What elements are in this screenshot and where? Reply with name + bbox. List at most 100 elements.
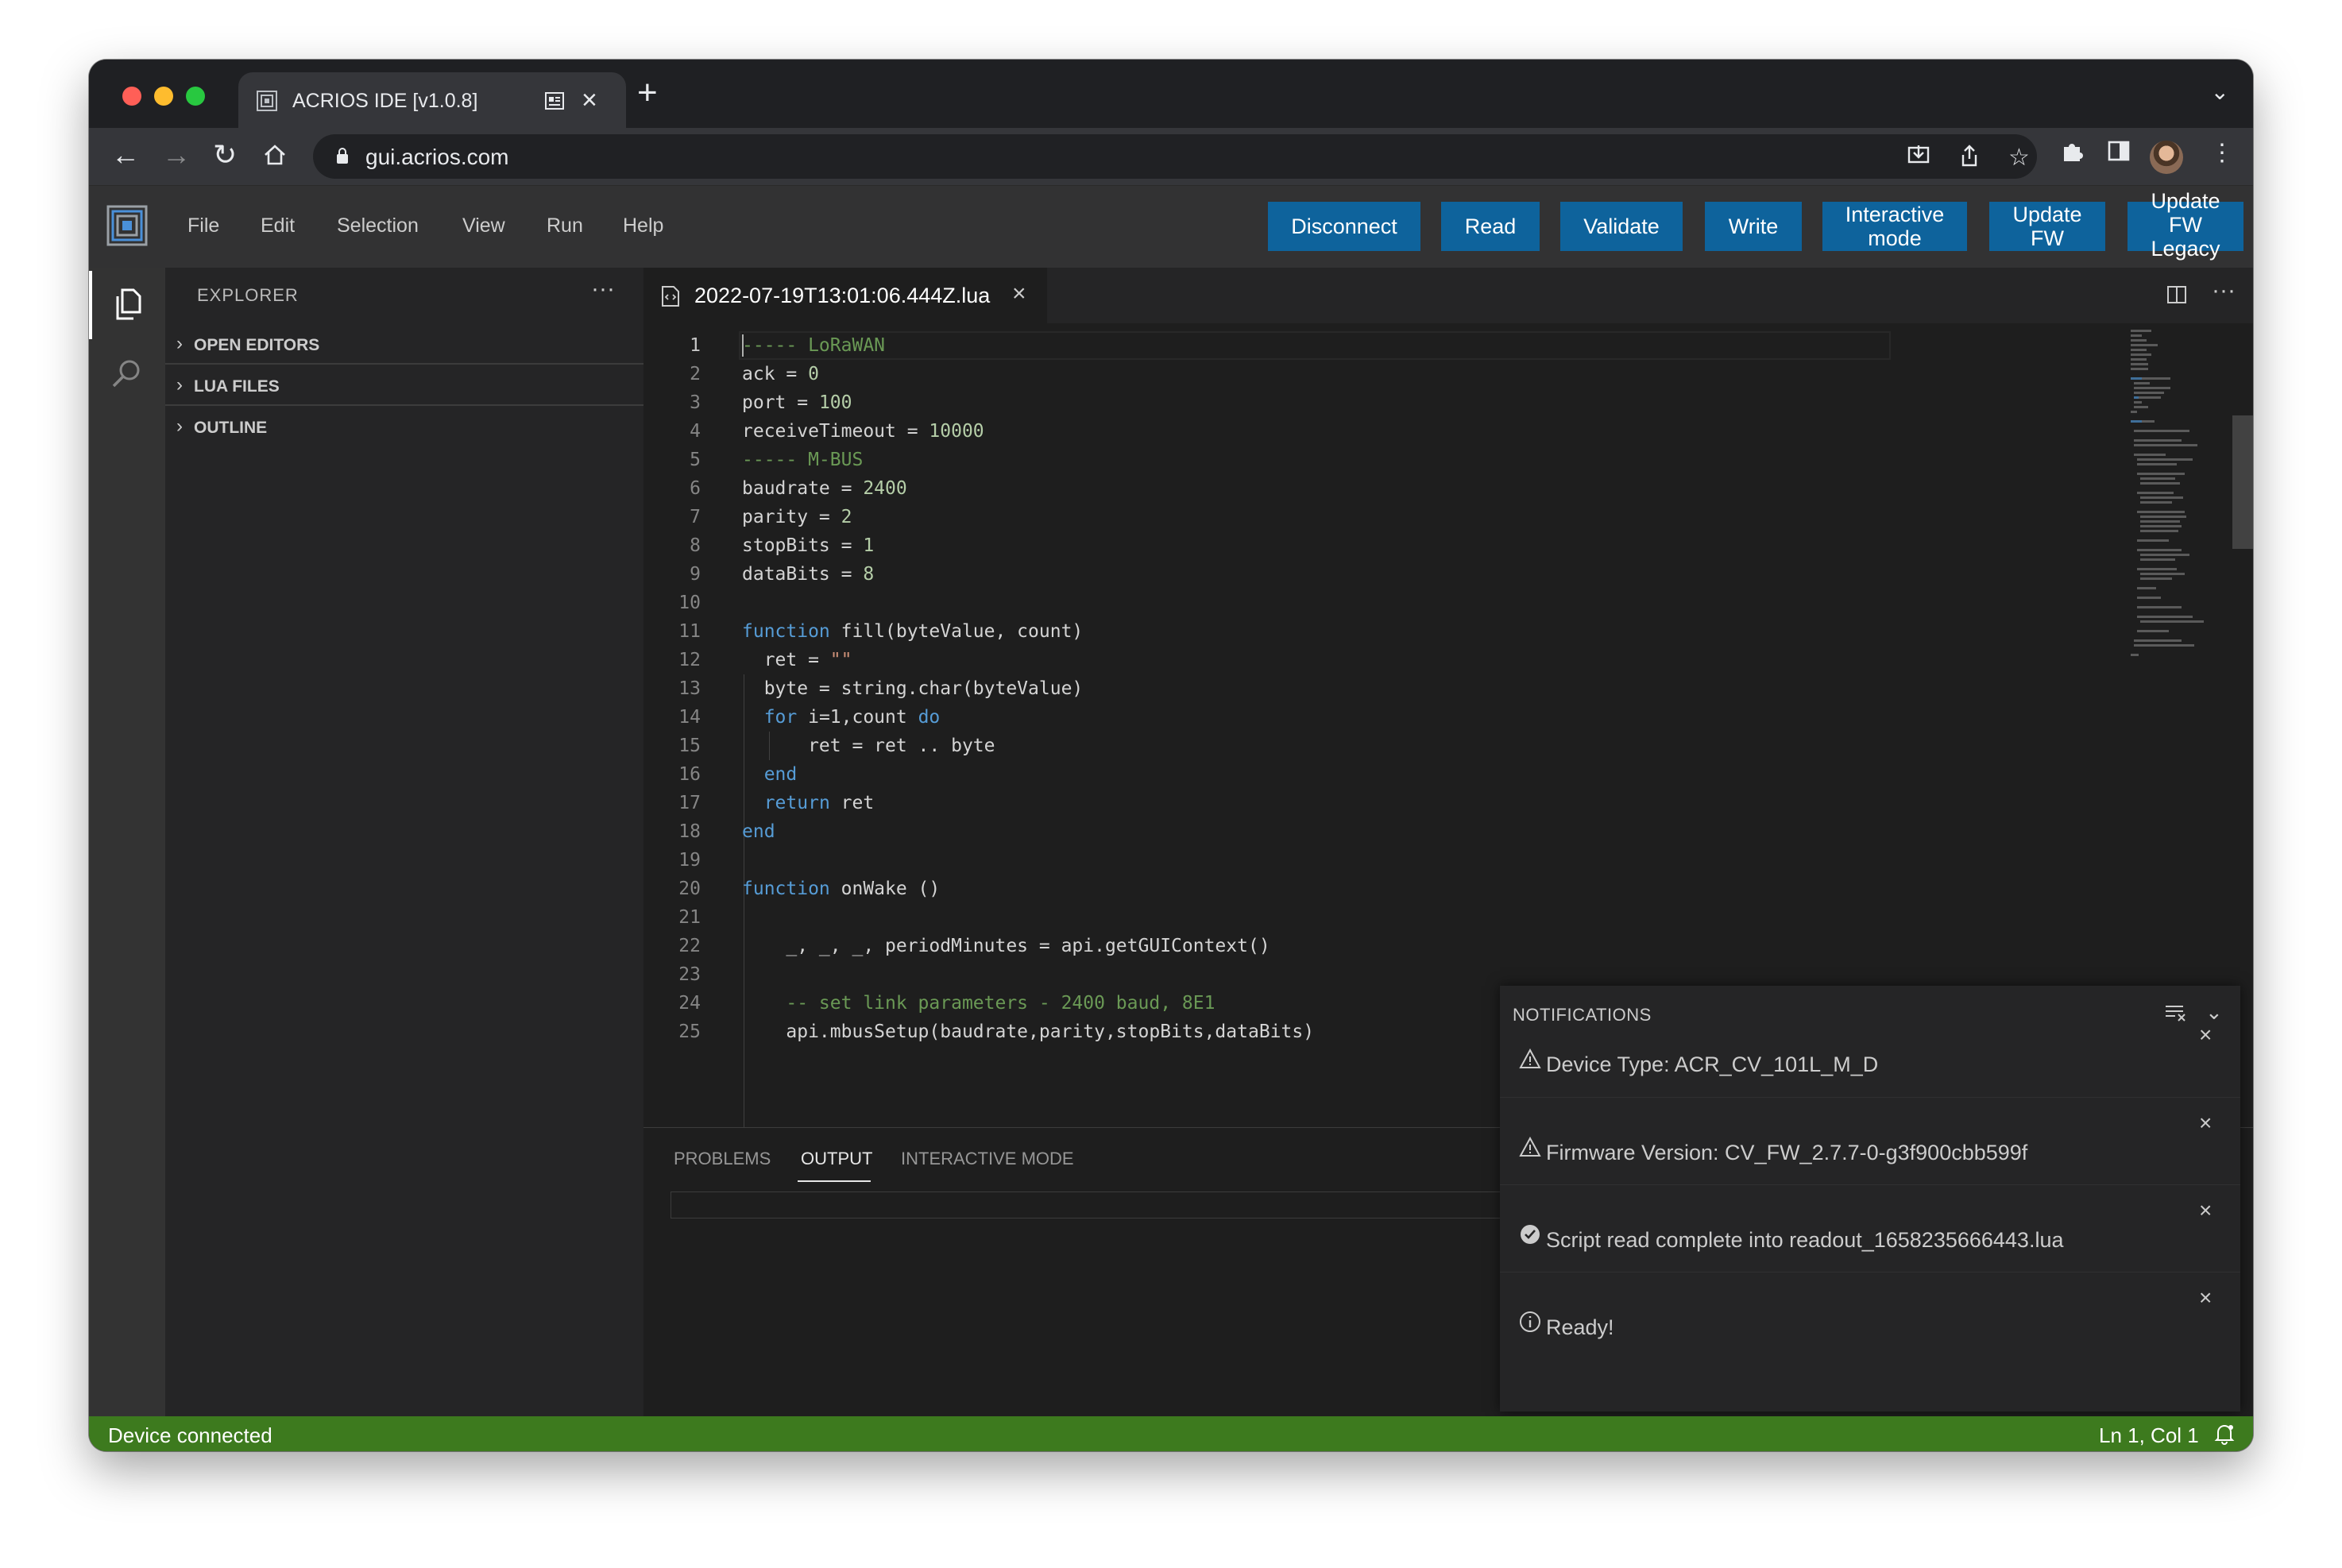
code-line: 7 parity = 2 (643, 503, 2153, 531)
editor-scrollbar-thumb[interactable] (2232, 415, 2253, 549)
editor-tab-filename: 2022-07-19T13:01:06.444Z.lua (694, 284, 991, 307)
line-number: 11 (678, 621, 701, 642)
split-editor-icon[interactable] (2166, 284, 2188, 306)
menu-file[interactable]: File (187, 214, 219, 238)
new-tab-icon[interactable]: + (637, 75, 658, 110)
code-line: 11 function fill(byteValue, count) (643, 617, 2153, 646)
line-number: 16 (678, 764, 701, 785)
line-number: 14 (678, 707, 701, 728)
line-number: 21 (678, 907, 701, 928)
notification-message: Ready! (1546, 1315, 1614, 1339)
close-notification-icon[interactable]: × (2199, 1198, 2212, 1223)
line-number: 25 (678, 1022, 701, 1042)
line-number: 8 (690, 535, 701, 556)
line-number: 12 (678, 650, 701, 670)
section-open-editors[interactable]: › OPEN EDITORS (165, 323, 643, 365)
activity-bar (89, 268, 165, 1416)
share-icon[interactable] (1957, 144, 1981, 168)
menu-selection[interactable]: Selection (337, 214, 419, 238)
notification-item: Script read complete into readout_165823… (1500, 1184, 2240, 1272)
chevron-right-icon: › (176, 415, 183, 437)
editor-tab[interactable]: 2022-07-19T13:01:06.444Z.lua × (643, 268, 1047, 323)
maximize-window-button[interactable] (186, 87, 205, 106)
browser-toolbar: ← → ↻ gui.acrios.com ☆ ⋮ (89, 128, 2253, 185)
menu-help[interactable]: Help (623, 214, 663, 238)
close-window-button[interactable] (122, 87, 141, 106)
info-icon (1520, 1311, 1540, 1332)
home-icon[interactable] (262, 142, 288, 168)
side-panel-icon[interactable] (2107, 139, 2131, 163)
browser-window: ACRIOS IDE [v1.0.8] × + ⌄ ← → ↻ gui.acri (89, 60, 2253, 1451)
menu-edit[interactable]: Edit (261, 214, 295, 238)
check-circle-icon (1521, 1225, 1540, 1244)
interactive-mode-button[interactable]: Interactive mode (1822, 202, 1967, 251)
connection-status[interactable]: Device connected (108, 1423, 272, 1448)
interactive-mode-label-2: mode (1868, 226, 1922, 250)
lock-icon[interactable] (335, 147, 350, 164)
write-button[interactable]: Write (1705, 202, 1802, 251)
close-notification-icon[interactable]: × (2199, 1110, 2212, 1136)
explorer-sidebar: EXPLORER ··· › OPEN EDITORS › LUA FILES … (165, 268, 643, 1416)
line-number: 19 (678, 850, 701, 871)
interactive-mode-label-1: Interactive (1845, 203, 1945, 226)
close-editor-icon[interactable]: × (1012, 280, 1026, 307)
section-lua-files[interactable]: › LUA FILES (165, 365, 643, 406)
update-fw-legacy-button[interactable]: Update FW Legacy (2128, 189, 2243, 261)
install-app-icon[interactable] (1907, 144, 1930, 168)
close-tab-icon[interactable]: × (582, 85, 597, 116)
update-fw-legacy-label-3: Legacy (2151, 237, 2220, 261)
code-line: 10 (643, 589, 2153, 617)
notification-message: Device Type: ACR_CV_101L_M_D (1546, 1052, 1879, 1076)
panel-tab-interactive-mode[interactable]: INTERACTIVE MODE (901, 1149, 1074, 1169)
disconnect-button[interactable]: Disconnect (1268, 202, 1420, 251)
code-line: 5 ----- M-BUS (643, 446, 2153, 474)
active-panel-tab-underline (798, 1180, 871, 1182)
code-line: 22 _, _, _, periodMinutes = api.getGUICo… (643, 932, 2153, 960)
chevron-right-icon: › (176, 333, 183, 354)
validate-button[interactable]: Validate (1560, 202, 1683, 251)
code-line: 23 (643, 960, 2153, 989)
line-number: 1 (690, 335, 701, 356)
line-number: 2 (690, 364, 701, 384)
minimap[interactable] (2129, 328, 2209, 678)
search-icon[interactable] (108, 355, 146, 393)
notification-bell-icon[interactable] (2213, 1423, 2236, 1445)
forward-arrow-icon[interactable]: → (162, 139, 191, 171)
menu-view[interactable]: View (462, 214, 505, 238)
close-notification-icon[interactable]: × (2199, 1022, 2212, 1048)
line-number: 7 (690, 507, 701, 527)
update-fw-button[interactable]: Update FW (1989, 202, 2105, 251)
tab-media-icon[interactable] (543, 90, 566, 112)
profile-avatar[interactable] (2150, 141, 2183, 174)
explorer-title: EXPLORER (197, 285, 299, 305)
url-text[interactable]: gui.acrios.com (365, 145, 509, 170)
app-menubar: File Edit Selection View Run Help Discon… (89, 185, 2253, 268)
section-outline[interactable]: › OUTLINE (165, 406, 643, 447)
minimize-window-button[interactable] (154, 87, 173, 106)
line-number: 4 (690, 421, 701, 442)
explorer-files-icon[interactable] (108, 285, 146, 323)
tab-search-chevron-icon[interactable]: ⌄ (2211, 79, 2229, 105)
menu-run[interactable]: Run (547, 214, 583, 238)
address-bar[interactable]: gui.acrios.com ☆ (313, 134, 2037, 179)
close-notification-icon[interactable]: × (2199, 1285, 2212, 1311)
explorer-more-icon[interactable]: ··· (591, 276, 615, 303)
editor-more-actions-icon[interactable]: ··· (2212, 277, 2236, 304)
extensions-puzzle-icon[interactable] (2059, 139, 2085, 164)
code-line: 8 stopBits = 1 (643, 531, 2153, 560)
line-number: 9 (690, 564, 701, 585)
code-line: 21 (643, 903, 2153, 932)
reload-icon[interactable]: ↻ (213, 139, 237, 171)
code-line: 18 end (643, 817, 2153, 846)
update-fw-label-1: Update (2012, 203, 2082, 226)
back-arrow-icon[interactable]: ← (111, 139, 140, 171)
code-line: 12 ret = "" (643, 646, 2153, 674)
read-button[interactable]: Read (1441, 202, 1540, 251)
cursor-position[interactable]: Ln 1, Col 1 (2099, 1423, 2199, 1448)
notification-message: Firmware Version: CV_FW_2.7.7-0-g3f900cb… (1546, 1141, 2028, 1164)
panel-tab-problems[interactable]: PROBLEMS (674, 1149, 771, 1169)
panel-tab-output[interactable]: OUTPUT (801, 1149, 872, 1169)
browser-tab[interactable]: ACRIOS IDE [v1.0.8] × (238, 72, 626, 128)
bookmark-star-icon[interactable]: ☆ (2008, 144, 2030, 172)
browser-menu-kebab-icon[interactable]: ⋮ (2210, 139, 2234, 167)
